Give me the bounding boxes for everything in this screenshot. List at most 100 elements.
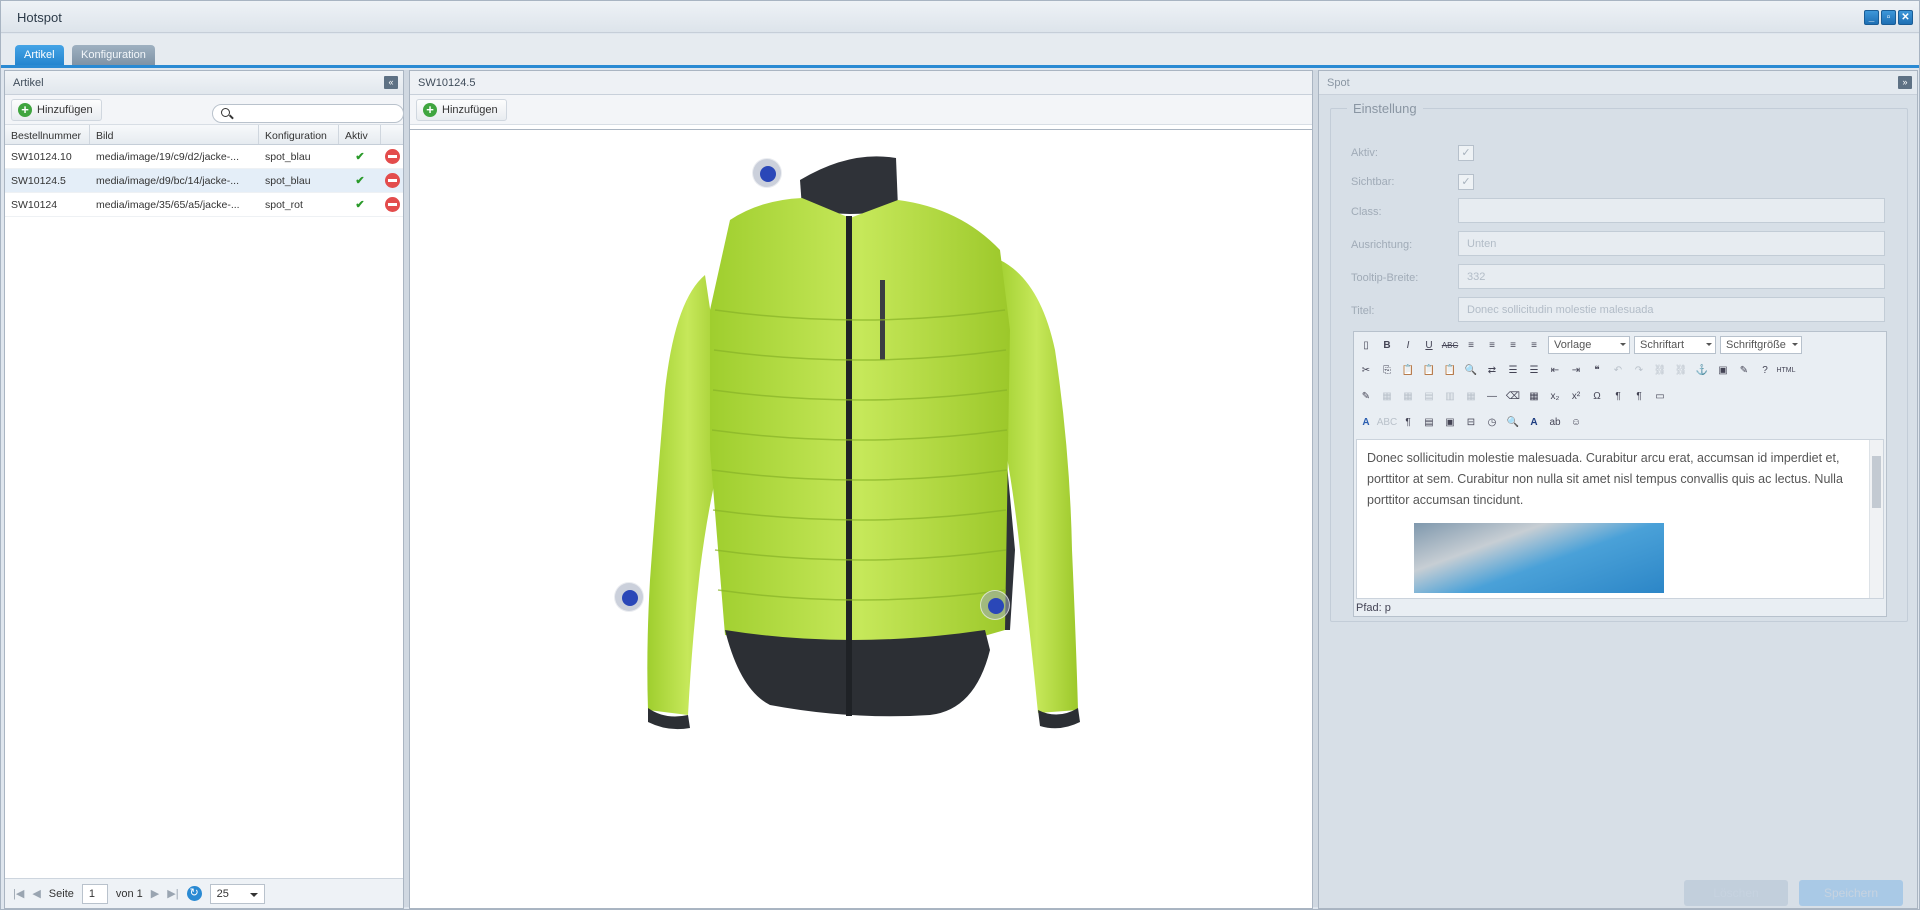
justify-icon[interactable]: ≡ xyxy=(1524,336,1544,354)
table-icon[interactable]: ▦ xyxy=(1524,387,1544,405)
col-konfiguration[interactable]: Konfiguration xyxy=(259,125,339,144)
find-icon[interactable]: 🔍 xyxy=(1461,361,1481,379)
anchor-icon[interactable]: ⚓ xyxy=(1692,361,1712,379)
col-aktiv[interactable]: Aktiv xyxy=(339,125,381,144)
class-field[interactable] xyxy=(1458,198,1885,223)
indent-icon[interactable]: ⇥ xyxy=(1566,361,1586,379)
editor-content[interactable]: Donec sollicitudin molestie malesuada. C… xyxy=(1356,439,1884,599)
sichtbar-checkbox[interactable]: ✓ xyxy=(1458,174,1474,190)
date-icon[interactable]: ◷ xyxy=(1482,413,1502,431)
rtl-icon[interactable]: ¶ xyxy=(1629,387,1649,405)
text-color-icon[interactable]: A xyxy=(1524,413,1544,431)
hotspot-marker[interactable] xyxy=(614,582,644,612)
outdent-icon[interactable]: ⇤ xyxy=(1545,361,1565,379)
ausrichtung-select[interactable]: Unten xyxy=(1458,231,1885,256)
tab-artikel[interactable]: Artikel xyxy=(15,45,64,65)
edit-icon[interactable]: ✎ xyxy=(1356,387,1376,405)
delete-row-icon[interactable] xyxy=(384,149,400,164)
html-icon[interactable]: HTML xyxy=(1776,361,1796,379)
next-page-icon[interactable]: ▶ xyxy=(151,887,159,900)
save-button[interactable]: Speichern xyxy=(1799,880,1903,906)
cell-props-icon[interactable]: ▦ xyxy=(1398,387,1418,405)
add-spot-button[interactable]: + Hinzufügen xyxy=(416,99,507,121)
hr-icon[interactable]: — xyxy=(1482,387,1502,405)
bg-color-icon[interactable]: ab xyxy=(1545,413,1565,431)
split-cells-icon[interactable]: ▦ xyxy=(1461,387,1481,405)
tab-konfiguration[interactable]: Konfiguration xyxy=(72,45,155,65)
close-icon[interactable]: ✕ xyxy=(1898,10,1913,25)
bold-icon[interactable]: B xyxy=(1377,336,1397,354)
image-icon[interactable]: ▣ xyxy=(1713,361,1733,379)
ltr-icon[interactable]: ¶ xyxy=(1608,387,1628,405)
redo-icon[interactable]: ↷ xyxy=(1629,361,1649,379)
blockquote-icon[interactable]: ❝ xyxy=(1587,361,1607,379)
table-row[interactable]: SW10124 media/image/35/65/a5/jacke-... s… xyxy=(5,193,403,217)
delete-row-icon[interactable] xyxy=(384,197,400,212)
refresh-icon[interactable]: ↻ xyxy=(186,886,202,901)
superscript-icon[interactable]: x² xyxy=(1566,387,1586,405)
paste-text-icon[interactable]: 📋 xyxy=(1419,361,1439,379)
page-input[interactable]: 1 xyxy=(81,883,108,904)
bullet-list-icon[interactable]: ☰ xyxy=(1503,361,1523,379)
paste-icon[interactable]: 📋 xyxy=(1398,361,1418,379)
col-props-icon[interactable]: ▥ xyxy=(1440,387,1460,405)
strikethrough-icon[interactable]: ABC xyxy=(1440,336,1460,354)
search-input[interactable] xyxy=(212,104,404,123)
aktiv-checkbox[interactable]: ✓ xyxy=(1458,145,1474,161)
font-icon[interactable]: ABC xyxy=(1377,413,1398,431)
paste-word-icon[interactable]: 📋 xyxy=(1440,361,1460,379)
editor-scrollbar[interactable] xyxy=(1869,440,1883,598)
styles-icon[interactable]: A xyxy=(1356,413,1376,431)
first-page-icon[interactable]: |◀ xyxy=(13,887,24,900)
unlink-icon[interactable]: ⛓ xyxy=(1671,361,1691,379)
last-page-icon[interactable]: ▶| xyxy=(167,887,178,900)
link-icon[interactable]: ⛓ xyxy=(1650,361,1670,379)
preview-icon[interactable]: 🔍 xyxy=(1503,413,1523,431)
omega-icon[interactable]: Ω xyxy=(1587,387,1607,405)
cut-icon[interactable]: ✂ xyxy=(1356,361,1376,379)
underline-icon[interactable]: U xyxy=(1419,336,1439,354)
vorlage-select[interactable]: Vorlage xyxy=(1548,336,1630,354)
numbered-list-icon[interactable]: ☰ xyxy=(1524,361,1544,379)
italic-icon[interactable]: I xyxy=(1398,336,1418,354)
undo-icon[interactable]: ↶ xyxy=(1608,361,1628,379)
delete-row-icon[interactable] xyxy=(384,173,400,188)
tooltip-field[interactable]: 332 xyxy=(1458,264,1885,289)
emoticon-icon[interactable]: ☺ xyxy=(1566,413,1586,431)
replace-icon[interactable]: ⇄ xyxy=(1482,361,1502,379)
row-props-icon[interactable]: ▤ xyxy=(1419,387,1439,405)
table-row[interactable]: SW10124.5 media/image/d9/bc/14/jacke-...… xyxy=(5,169,403,193)
help-icon[interactable]: ? xyxy=(1755,361,1775,379)
hotspot-image-area[interactable] xyxy=(410,129,1312,908)
hotspot-marker[interactable] xyxy=(752,158,782,188)
table-props-icon[interactable]: ▦ xyxy=(1377,387,1397,405)
align-right-icon[interactable]: ≡ xyxy=(1503,336,1523,354)
collapse-left-icon[interactable]: « xyxy=(384,76,398,89)
table-row[interactable]: SW10124.10 media/image/19/c9/d2/jacke-..… xyxy=(5,145,403,169)
schriftgroesse-select[interactable]: Schriftgröße xyxy=(1720,336,1802,354)
align-center-icon[interactable]: ≡ xyxy=(1482,336,1502,354)
subscript-icon[interactable]: x₂ xyxy=(1545,387,1565,405)
delete-button[interactable]: Löschen xyxy=(1684,880,1788,906)
cleanup-icon[interactable]: ✎ xyxy=(1734,361,1754,379)
eraser-icon[interactable]: ⌫ xyxy=(1503,387,1523,405)
add-artikel-button[interactable]: + Hinzufügen xyxy=(11,99,102,121)
media-icon[interactable]: ▣ xyxy=(1440,413,1460,431)
minimize-icon[interactable]: _ xyxy=(1864,10,1879,25)
fullscreen-icon[interactable]: ▭ xyxy=(1650,387,1670,405)
col-bild[interactable]: Bild xyxy=(90,125,259,144)
schriftart-select[interactable]: Schriftart xyxy=(1634,336,1716,354)
prev-page-icon[interactable]: ◀ xyxy=(32,887,40,900)
copy-icon[interactable]: ⎘ xyxy=(1377,361,1397,379)
collapse-right-icon[interactable]: » xyxy=(1898,76,1912,89)
col-bestellnummer[interactable]: Bestellnummer xyxy=(5,125,90,144)
pagebreak-icon[interactable]: ⊟ xyxy=(1461,413,1481,431)
titel-field[interactable]: Donec sollicitudin molestie malesuada xyxy=(1458,297,1885,322)
page-size-select[interactable]: 25 xyxy=(209,883,265,904)
pilcrow-icon[interactable]: ¶ xyxy=(1398,413,1418,431)
template-icon[interactable]: ▤ xyxy=(1419,413,1439,431)
new-doc-icon[interactable]: ▯ xyxy=(1356,336,1376,354)
restore-icon[interactable]: ▫ xyxy=(1881,10,1896,25)
align-left-icon[interactable]: ≡ xyxy=(1461,336,1481,354)
hotspot-marker[interactable] xyxy=(980,590,1010,620)
